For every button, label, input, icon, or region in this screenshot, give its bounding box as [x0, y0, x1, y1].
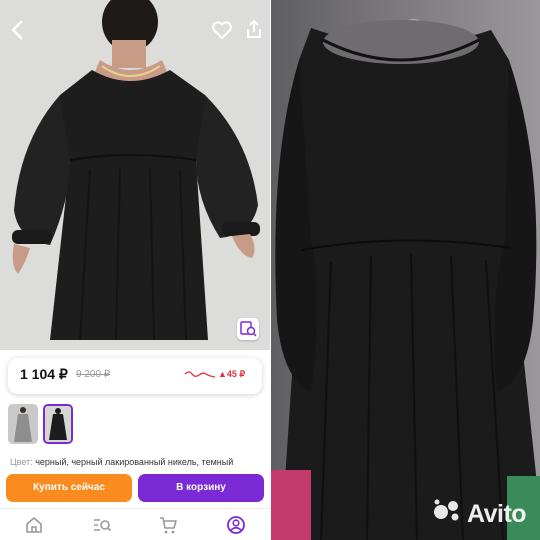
- thumbnail-2-selected[interactable]: [43, 404, 73, 444]
- app-screen-panel: 1 104 ₽ 9 200 ₽ ▲45 ₽ Цвет: черный, черн…: [0, 0, 270, 540]
- color-label: Цвет:: [10, 457, 33, 467]
- dress-on-hanger-photo: [271, 0, 540, 540]
- price-current: 1 104 ₽: [20, 366, 68, 382]
- color-value: черный, черный лакированный никель, темн…: [35, 457, 234, 467]
- price-card[interactable]: 1 104 ₽ 9 200 ₽ ▲45 ₽: [8, 358, 262, 394]
- catalog-search-icon[interactable]: [92, 515, 112, 535]
- price-trend-icon: [184, 371, 216, 378]
- avito-watermark-text: Avito: [467, 500, 527, 528]
- chevron-left-icon[interactable]: [6, 18, 30, 42]
- visual-search-icon[interactable]: [237, 318, 259, 340]
- add-to-cart-button[interactable]: В корзину: [138, 474, 264, 502]
- share-icon[interactable]: [242, 18, 266, 42]
- avito-watermark: Avito: [433, 498, 533, 532]
- thumbnail-1[interactable]: [8, 404, 38, 444]
- profile-icon[interactable]: [226, 515, 246, 535]
- avito-logo-icon: [434, 499, 459, 521]
- buy-now-button[interactable]: Купить сейчас: [6, 474, 132, 502]
- product-photo-model: [0, 0, 270, 350]
- home-icon[interactable]: [24, 515, 44, 535]
- cart-icon[interactable]: [158, 515, 178, 535]
- price-change: ▲45 ₽: [218, 369, 246, 379]
- price-old: 9 200 ₽: [76, 369, 111, 380]
- heart-icon[interactable]: [210, 18, 234, 42]
- photo-panel: Avito: [271, 0, 540, 540]
- bottom-navigation: [0, 508, 270, 540]
- product-image[interactable]: [0, 0, 270, 350]
